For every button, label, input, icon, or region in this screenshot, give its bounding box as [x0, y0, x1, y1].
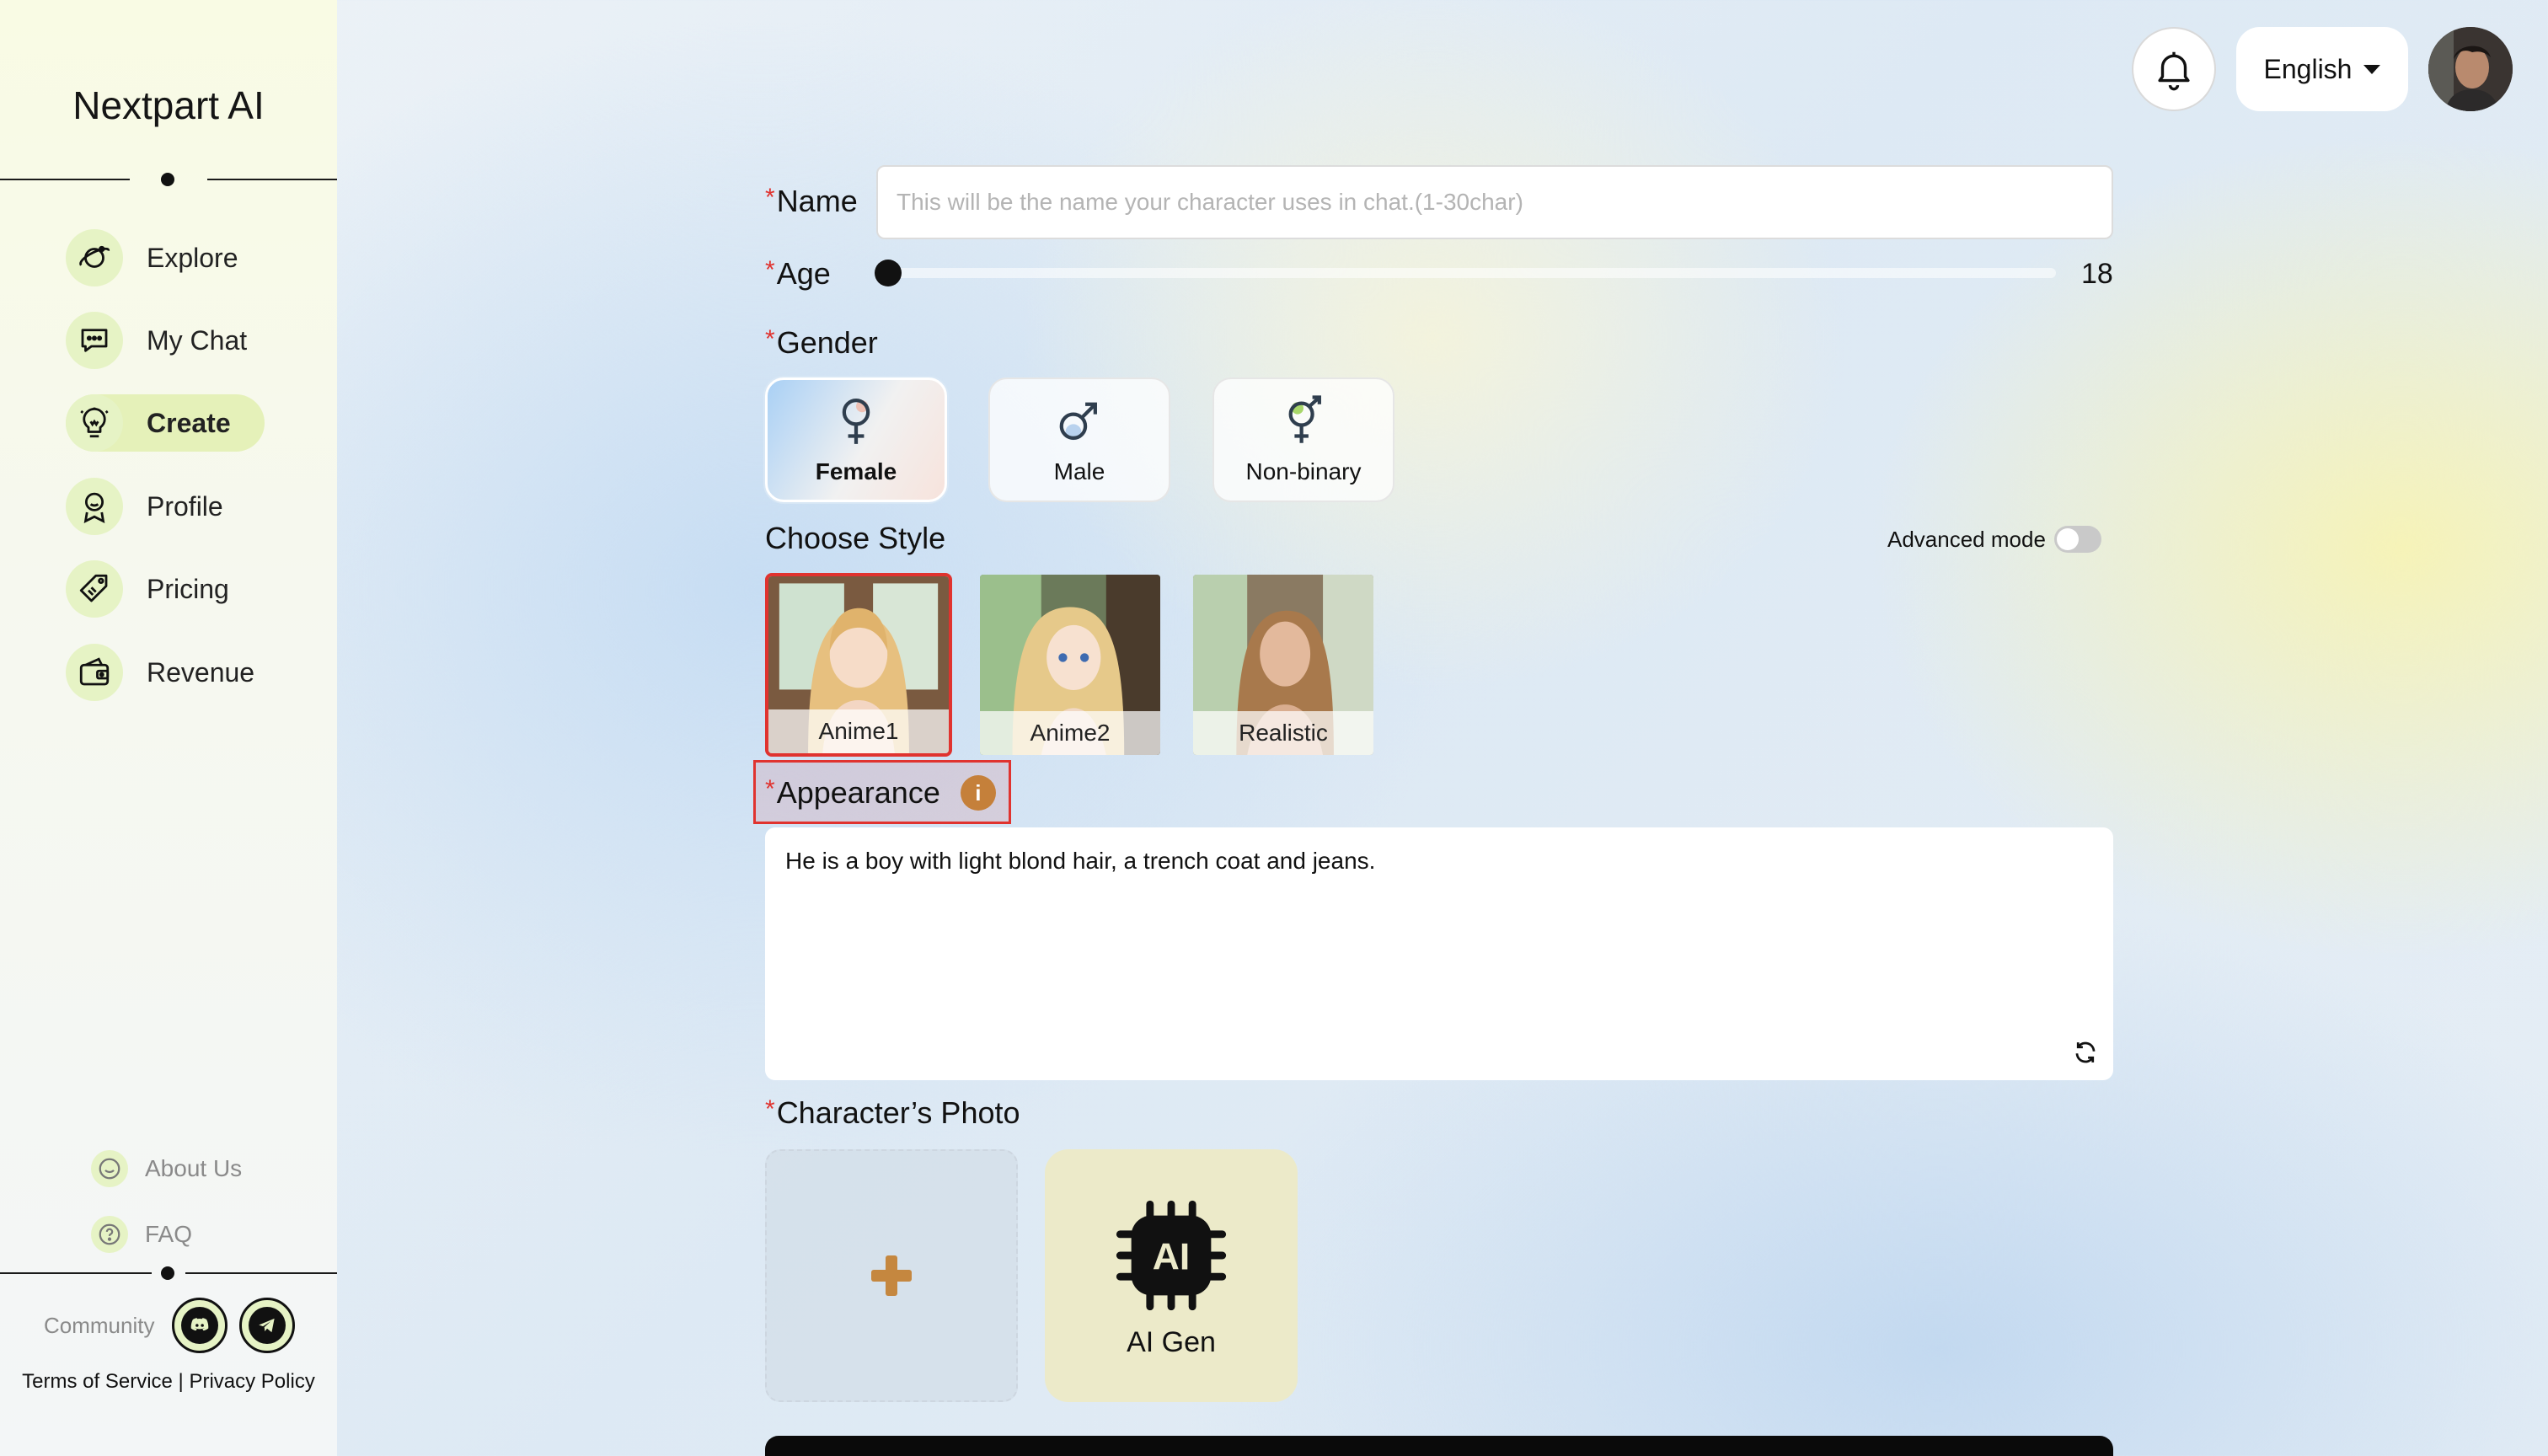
telegram-button[interactable] — [239, 1298, 295, 1353]
sidebar-item-revenue[interactable]: Revenue — [66, 644, 288, 701]
style-option-anime2[interactable]: Anime2 — [980, 575, 1160, 755]
discord-icon — [181, 1307, 218, 1344]
required-mark: * — [765, 1095, 775, 1123]
language-select[interactable]: English — [2236, 27, 2408, 111]
style-option-label: Anime1 — [768, 709, 949, 753]
refresh-icon[interactable] — [2073, 1040, 2098, 1065]
advanced-mode: Advanced mode — [1887, 526, 2101, 553]
choose-style-label-text: Choose Style — [765, 521, 946, 555]
required-mark: * — [765, 325, 775, 353]
community-label: Community — [44, 1313, 155, 1338]
brand-logo-text[interactable]: Nextpart AI — [0, 83, 337, 128]
language-value: English — [2263, 53, 2353, 84]
choose-style-label: Choose Style — [765, 521, 945, 556]
chat-icon — [66, 312, 123, 369]
faq-link[interactable]: FAQ — [91, 1216, 192, 1253]
ai-gen-label: AI Gen — [1127, 1325, 1216, 1358]
sidebar-item-label: My Chat — [147, 324, 248, 356]
smile-icon — [91, 1150, 128, 1187]
divider-dot — [161, 173, 174, 186]
photo-upload-button[interactable] — [765, 1149, 1018, 1402]
sidebar: Nextpart AI Explore My Chat Create Profi… — [0, 0, 337, 1456]
female-symbol-icon — [842, 398, 870, 444]
name-input[interactable] — [876, 165, 2113, 239]
gender-option-label: Male — [1053, 458, 1105, 484]
avatar-image — [2428, 27, 2513, 111]
style-option-label: Anime2 — [980, 711, 1160, 755]
gender-label-text: Gender — [776, 325, 878, 360]
privacy-policy-link[interactable]: Privacy Policy — [189, 1370, 314, 1393]
info-icon[interactable]: i — [960, 775, 996, 811]
style-option-anime1[interactable]: Anime1 — [765, 573, 952, 757]
style-option-realistic[interactable]: Realistic — [1193, 575, 1373, 755]
advanced-mode-toggle[interactable] — [2053, 526, 2101, 553]
age-slider-thumb[interactable] — [875, 260, 902, 286]
legal-separator: | — [178, 1370, 184, 1393]
gender-option-non-binary[interactable]: Non-binary — [1212, 377, 1394, 502]
legal-links: Terms of Service | Privacy Policy — [0, 1370, 337, 1394]
sidebar-item-label: Create — [147, 407, 231, 438]
tag-icon — [66, 560, 123, 618]
sidebar-item-label: Explore — [147, 242, 238, 273]
submit-bar[interactable] — [765, 1436, 2113, 1456]
sidebar-item-pricing[interactable]: Pricing — [66, 560, 263, 618]
age-label-text: Age — [776, 256, 831, 291]
sidebar-item-my-chat[interactable]: My Chat — [66, 312, 281, 369]
appearance-label: * Appearance i — [765, 775, 996, 811]
sidebar-item-label: Revenue — [147, 656, 255, 688]
planet-icon — [66, 229, 123, 286]
notifications-button[interactable] — [2132, 27, 2216, 111]
age-label: * Age — [765, 256, 831, 292]
ai-gen-button[interactable]: AI AI Gen — [1045, 1149, 1298, 1402]
lightbulb-icon — [66, 394, 123, 452]
sidebar-item-create[interactable]: Create — [66, 394, 265, 452]
name-label-text: Name — [776, 184, 858, 218]
required-mark: * — [765, 775, 775, 803]
advanced-mode-label: Advanced mode — [1887, 526, 2046, 552]
divider — [0, 179, 130, 180]
user-avatar[interactable] — [2428, 27, 2513, 111]
male-symbol-icon — [1059, 402, 1097, 441]
ai-chip-icon: AI — [1116, 1200, 1227, 1310]
gender-option-male[interactable]: Male — [988, 377, 1170, 502]
character-photo-label: * Character’s Photo — [765, 1095, 1020, 1131]
divider — [0, 1272, 152, 1274]
gender-option-label: Female — [815, 458, 897, 484]
plus-icon — [871, 1255, 912, 1296]
about-us-link[interactable]: About Us — [91, 1150, 242, 1187]
question-icon — [91, 1216, 128, 1253]
non-binary-symbol-icon — [1288, 395, 1321, 443]
about-us-label: About Us — [145, 1155, 243, 1181]
divider-dot — [161, 1266, 174, 1280]
gender-option-label: Non-binary — [1245, 458, 1362, 484]
ai-chip-text: AI — [1153, 1236, 1190, 1277]
sidebar-item-label: Profile — [147, 490, 223, 522]
required-mark: * — [765, 184, 775, 211]
discord-button[interactable] — [172, 1298, 228, 1353]
age-slider-track[interactable] — [885, 268, 2056, 278]
age-value: 18 — [2081, 258, 2113, 290]
gender-label: * Gender — [765, 325, 878, 361]
faq-label: FAQ — [145, 1221, 193, 1247]
chevron-down-icon — [2363, 64, 2381, 74]
character-photo-label-text: Character’s Photo — [776, 1095, 1020, 1130]
profile-icon — [66, 478, 123, 535]
style-option-label: Realistic — [1193, 711, 1373, 755]
sidebar-item-profile[interactable]: Profile — [66, 478, 257, 535]
required-mark: * — [765, 256, 775, 284]
telegram-icon — [249, 1307, 286, 1344]
divider — [207, 179, 337, 180]
bell-icon — [2158, 51, 2190, 91]
divider — [185, 1272, 337, 1274]
wallet-icon — [66, 644, 123, 701]
appearance-label-text: Appearance — [776, 775, 940, 810]
name-label: * Name — [765, 184, 858, 219]
gender-option-female[interactable]: Female — [765, 377, 947, 502]
sidebar-item-explore[interactable]: Explore — [66, 229, 272, 286]
terms-of-service-link[interactable]: Terms of Service — [22, 1370, 173, 1393]
sidebar-item-label: Pricing — [147, 573, 229, 604]
appearance-textarea[interactable]: He is a boy with light blond hair, a tre… — [765, 827, 2113, 1080]
